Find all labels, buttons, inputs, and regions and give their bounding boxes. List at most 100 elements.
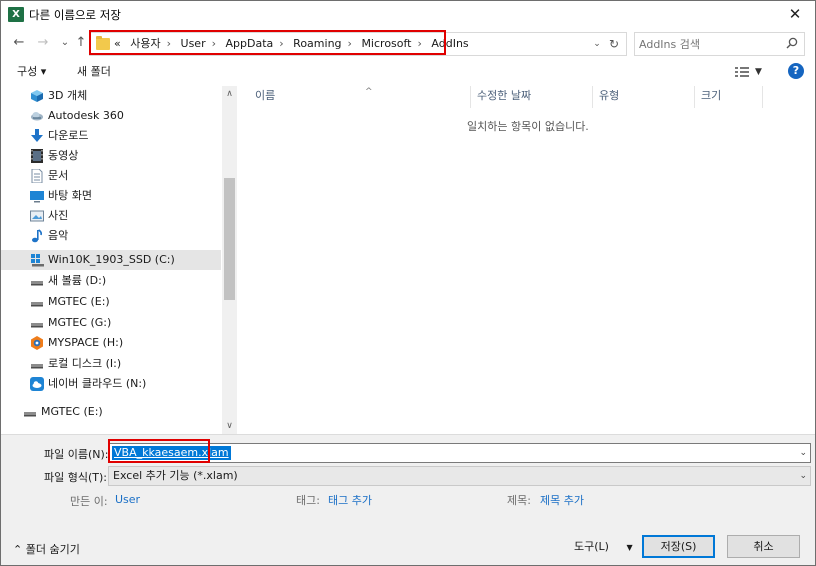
back-button[interactable]: ←	[10, 33, 28, 53]
sidebar-item-drive-d[interactable]: 새 볼륨 (D:)	[1, 271, 221, 291]
title-value[interactable]: 제목 추가	[540, 492, 584, 508]
close-button[interactable]: ✕	[781, 3, 809, 25]
sidebar-item-label: MGTEC (E:)	[41, 405, 103, 418]
save-as-dialog: X 다른 이름으로 저장 ✕ ← → ⌄ ↑ « 사용자 › User › AppD…	[0, 0, 816, 566]
tools-menu-button[interactable]: 도구(L) ▼	[574, 537, 633, 557]
column-header-name[interactable]: 이름 ^	[249, 86, 471, 108]
sidebar-item-label: 음악	[48, 229, 69, 242]
sidebar-item-drive-g[interactable]: MGTEC (G:)	[1, 313, 221, 333]
sidebar-item-label: MYSPACE (H:)	[48, 336, 124, 349]
tags-value[interactable]: 태그 추가	[328, 492, 372, 508]
forward-button[interactable]: →	[34, 33, 52, 53]
filename-label: 파일 이름(N):	[44, 448, 109, 461]
drive-icon	[31, 323, 43, 328]
authors-value[interactable]: User	[115, 493, 140, 506]
triangle-down-icon: ▼	[755, 67, 762, 77]
authors-label: 만든 이:	[70, 495, 108, 508]
drive-icon	[31, 281, 43, 286]
up-arrow-icon: ↑	[75, 35, 87, 50]
back-arrow-icon: ←	[13, 35, 25, 50]
download-icon	[31, 129, 43, 142]
sidebar-item-music[interactable]: 음악	[1, 226, 221, 246]
chevron-down-icon[interactable]: ⌄	[799, 444, 807, 462]
sidebar-item-drive-c[interactable]: Win10K_1903_SSD (C:)	[1, 250, 221, 270]
sidebar-item-label: MGTEC (G:)	[48, 316, 112, 329]
sidebar-item-downloads[interactable]: 다운로드	[1, 126, 221, 146]
search-input[interactable]	[639, 36, 779, 52]
navigation-pane[interactable]: 3D 개체 Autodesk 360 다운로드 동영상 문서 바탕 화면 사진	[1, 86, 237, 434]
column-header-label: 유형	[599, 89, 620, 102]
new-folder-button[interactable]: 새 폴더	[77, 64, 111, 80]
filetype-selected-value: Excel 추가 기능 (*.xlam)	[113, 469, 238, 482]
sort-up-icon: ^	[365, 87, 373, 97]
sidebar-item-network-mgtec[interactable]: MGTEC (E:)	[1, 402, 221, 422]
sidebar-item-label: Autodesk 360	[48, 109, 124, 122]
filename-highlight-box	[108, 439, 210, 463]
address-dropdown-button[interactable]: ⌄	[590, 35, 604, 53]
chevron-down-icon: ⌄	[593, 39, 601, 49]
drive-icon	[31, 302, 43, 307]
chevron-down-icon[interactable]: ⌄	[799, 467, 807, 485]
filetype-select[interactable]: Excel 추가 기능 (*.xlam) ⌄	[108, 466, 811, 486]
view-options-dropdown[interactable]: ▼	[755, 64, 762, 80]
column-header-type[interactable]: 유형	[593, 86, 695, 108]
search-box[interactable]	[634, 32, 805, 56]
close-icon: ✕	[788, 5, 802, 23]
video-icon	[31, 149, 43, 163]
sidebar-item-label: 문서	[48, 169, 69, 182]
scroll-down-button[interactable]: ∨	[222, 418, 237, 434]
sidebar-item-3d-objects[interactable]: 3D 개체	[1, 86, 221, 106]
cancel-button[interactable]: 취소	[727, 535, 800, 558]
save-button[interactable]: 저장(S)	[642, 535, 715, 558]
sidebar-item-videos[interactable]: 동영상	[1, 146, 221, 166]
column-header-size[interactable]: 크기	[695, 86, 763, 108]
excel-app-icon: X	[8, 7, 24, 22]
cloud-drive-icon	[30, 377, 44, 391]
command-toolbar: 구성 ▾ 새 폴더 ▼ ?	[1, 59, 815, 85]
filetype-label: 파일 형식(T):	[44, 471, 107, 484]
file-list-pane[interactable]: 이름 ^ 수정한 날짜 유형 크기 일치하는 항목이 없습니다.	[237, 86, 815, 434]
help-button[interactable]: ?	[788, 63, 804, 79]
sidebar-item-drive-e[interactable]: MGTEC (E:)	[1, 292, 221, 312]
chevron-down-icon: ⌄	[60, 37, 70, 48]
up-button[interactable]: ↑	[72, 33, 90, 53]
document-icon	[31, 169, 43, 183]
sidebar-item-autodesk-360[interactable]: Autodesk 360	[1, 106, 221, 126]
column-header-label: 이름	[255, 89, 276, 102]
sidebar-item-desktop[interactable]: 바탕 화면	[1, 186, 221, 206]
drive-icon	[31, 364, 43, 369]
sidebar-item-drive-h[interactable]: MYSPACE (H:)	[1, 333, 221, 353]
forward-arrow-icon: →	[37, 35, 49, 50]
filename-field[interactable]: VBA_kkaesaem.xlam ⌄	[108, 443, 811, 463]
sidebar-item-drive-i[interactable]: 로컬 디스크 (I:)	[1, 354, 221, 374]
windows-drive-icon	[31, 254, 44, 267]
hide-folders-button[interactable]: ⌃ 폴더 숨기기	[13, 541, 80, 557]
picture-icon	[30, 210, 44, 222]
sidebar-item-label: 3D 개체	[48, 89, 88, 102]
sidebar-item-label: 동영상	[48, 149, 79, 162]
title-bar: X 다른 이름으로 저장 ✕	[1, 1, 815, 28]
drive-icon	[24, 412, 36, 417]
refresh-button[interactable]: ↻	[606, 35, 622, 53]
music-icon	[32, 229, 43, 243]
column-header-date-modified[interactable]: 수정한 날짜	[471, 86, 593, 108]
column-header-label: 수정한 날짜	[477, 89, 532, 102]
sidebar-item-label: 로컬 디스크 (I:)	[48, 357, 122, 370]
sidebar-item-drive-n[interactable]: 네이버 클라우드 (N:)	[1, 374, 221, 394]
sidebar-item-pictures[interactable]: 사진	[1, 206, 221, 226]
organize-menu[interactable]: 구성 ▾	[17, 64, 46, 80]
sidebar-item-documents[interactable]: 문서	[1, 166, 221, 186]
scrollbar-thumb[interactable]	[224, 178, 235, 300]
chevron-up-icon: ∧	[226, 89, 233, 99]
refresh-icon: ↻	[608, 37, 620, 51]
scroll-up-button[interactable]: ∧	[222, 86, 237, 102]
address-highlight-box	[89, 30, 446, 55]
sidebar-item-label: 새 볼륨 (D:)	[48, 274, 107, 287]
desktop-icon	[30, 191, 44, 203]
sidebar-item-label: 사진	[48, 209, 69, 222]
sidebar-item-label: 다운로드	[48, 129, 89, 142]
sidebar-item-label: 바탕 화면	[48, 189, 92, 202]
search-icon[interactable]	[786, 37, 798, 49]
view-options-icon[interactable]	[735, 66, 749, 78]
navigation-pane-scrollbar[interactable]: ∧ ∨	[222, 86, 237, 434]
